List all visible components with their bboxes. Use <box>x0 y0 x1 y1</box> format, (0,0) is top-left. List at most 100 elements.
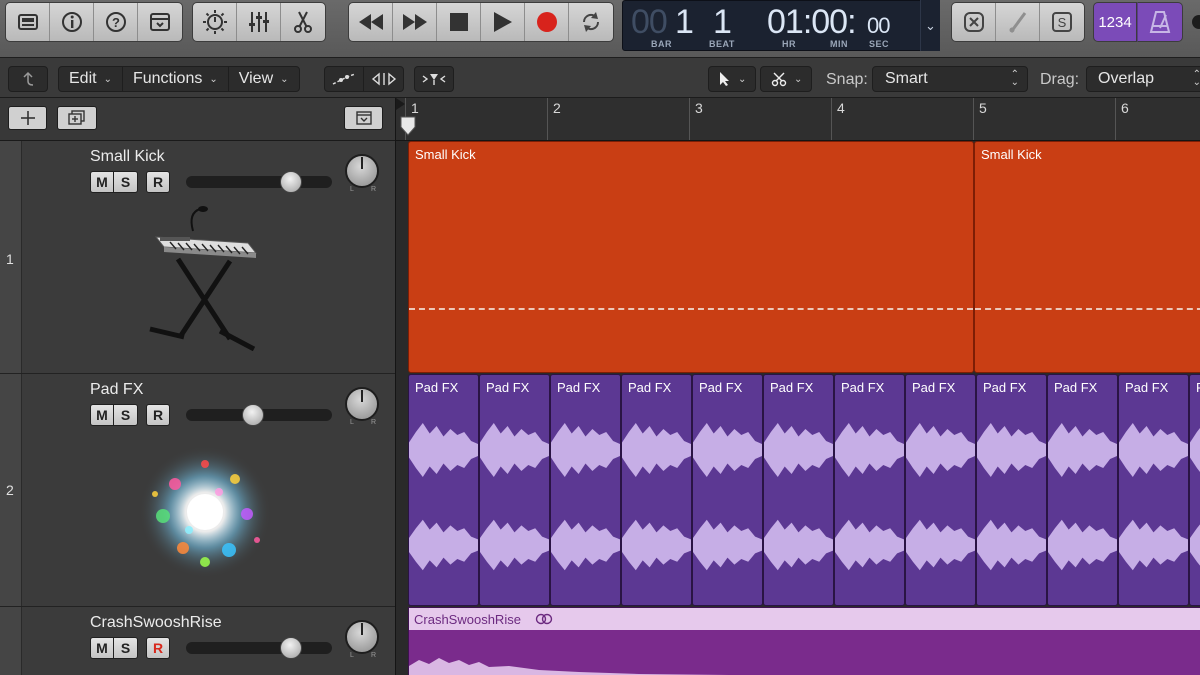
cycle-icon[interactable] <box>569 3 613 41</box>
region-label: CrashSwooshRise <box>414 612 521 627</box>
mute-button[interactable]: M <box>90 171 114 193</box>
view-menu[interactable]: View⌄ <box>229 67 299 91</box>
bar-number: 6 <box>1121 100 1129 116</box>
chevron-down-icon: ⌄ <box>794 74 802 85</box>
pan-knob[interactable] <box>345 620 379 654</box>
duplicate-track-button[interactable] <box>57 106 97 130</box>
add-track-button[interactable] <box>8 106 47 130</box>
stop-icon[interactable] <box>437 3 481 41</box>
region-pad-fx[interactable]: Pad FX <box>1047 374 1118 606</box>
toolbar-icon[interactable] <box>138 3 182 41</box>
library-icon[interactable] <box>6 3 50 41</box>
track-header-crash-swoosh-rise[interactable]: CrashSwooshRise M S R LR <box>0 607 395 675</box>
flex-icon[interactable] <box>364 67 403 91</box>
region-pad-fx[interactable]: Pad FX <box>479 374 550 606</box>
waveform-shape <box>480 423 549 477</box>
chevron-down-icon: ⌄ <box>738 74 746 85</box>
waveform-shape <box>1119 423 1188 477</box>
global-tracks-icon <box>356 111 372 125</box>
rewind-icon[interactable] <box>349 3 393 41</box>
scissors-tool-menu[interactable]: ⌄ <box>760 66 812 92</box>
lcd-bar-value: 1 <box>675 3 693 42</box>
region-pad-fx[interactable]: Pad FX <box>692 374 763 606</box>
track-header-pad-fx[interactable]: 2 Pad FX M S R LR <box>0 374 395 607</box>
waveform-shape <box>1190 520 1200 570</box>
mute-button[interactable]: M <box>90 404 114 426</box>
editors-icon[interactable] <box>281 3 325 41</box>
volume-slider-knob[interactable] <box>280 171 302 193</box>
track-name[interactable]: Pad FX <box>90 381 143 399</box>
record-enable-button[interactable]: R <box>146 637 170 659</box>
transport-group <box>348 2 614 42</box>
sparkle-burst-icon <box>135 444 275 584</box>
count-in-button[interactable]: 1234 <box>1093 2 1137 42</box>
audio-waveform <box>1119 375 1188 606</box>
scissors-tool-icon <box>771 71 787 87</box>
record-enable-button[interactable]: R <box>146 171 170 193</box>
volume-slider[interactable] <box>186 176 332 188</box>
timeline-ruler[interactable]: 1 2 3 4 5 6 <box>395 98 1200 141</box>
tuner-icon[interactable] <box>996 3 1040 41</box>
track-header-small-kick[interactable]: 1 Small Kick M S R LR <box>0 141 395 374</box>
metronome-icon[interactable] <box>1137 2 1183 42</box>
volume-slider-knob[interactable] <box>242 404 264 426</box>
tracks-area[interactable]: Small Kick Small Kick Pad FXPad FXPad FX… <box>395 141 1200 675</box>
region-pad-fx[interactable]: Pad FX <box>1118 374 1189 606</box>
region-pad-fx[interactable]: P <box>1189 374 1200 606</box>
region-pad-fx[interactable]: Pad FX <box>905 374 976 606</box>
waveform-shape <box>835 520 904 570</box>
drag-select[interactable]: Overlap ⌃⌄ <box>1086 66 1200 92</box>
lcd-label-hr: HR <box>782 39 796 49</box>
solo-button[interactable]: S <box>114 404 138 426</box>
track-name[interactable]: CrashSwooshRise <box>90 614 222 632</box>
quick-help-icon[interactable]: ? <box>94 3 138 41</box>
list-editors-icon[interactable] <box>952 3 996 41</box>
lcd-display[interactable]: 00 1 1 01:00: 00 BAR BEAT HR MIN SEC <box>622 0 940 51</box>
global-tracks-button[interactable] <box>344 106 383 130</box>
automation-icon[interactable] <box>325 67 364 91</box>
edit-menu[interactable]: Edit⌄ <box>59 67 123 91</box>
record-enable-button[interactable]: R <box>146 404 170 426</box>
pan-knob[interactable] <box>345 154 379 188</box>
region-pad-fx[interactable]: Pad FX <box>763 374 834 606</box>
mute-button[interactable]: M <box>90 637 114 659</box>
region-pad-fx[interactable]: Pad FX <box>408 374 479 606</box>
solo-icon[interactable]: S <box>1040 3 1084 41</box>
region-pad-fx[interactable]: Pad FX <box>834 374 905 606</box>
catch-icon[interactable] <box>414 66 454 92</box>
pan-knob[interactable] <box>345 387 379 421</box>
region-pad-fx[interactable]: Pad FX <box>550 374 621 606</box>
fast-forward-icon[interactable] <box>393 3 437 41</box>
automation-flex-group <box>324 66 404 92</box>
track-list-header <box>0 98 395 141</box>
track-number-column: 1 <box>0 141 22 373</box>
waveform-shape <box>480 520 549 570</box>
functions-menu[interactable]: Functions⌄ <box>123 67 229 91</box>
lcd-menu-chevron-icon[interactable]: ⌄ <box>920 0 940 51</box>
modes-group: S <box>951 2 1085 42</box>
region-pad-fx[interactable]: Pad FX <box>976 374 1047 606</box>
back-arrow-icon[interactable] <box>8 66 48 92</box>
volume-slider-knob[interactable] <box>280 637 302 659</box>
playhead-icon[interactable] <box>400 116 416 136</box>
region-pad-fx[interactable]: Pad FX <box>621 374 692 606</box>
play-icon[interactable] <box>481 3 525 41</box>
region-small-kick[interactable]: Small Kick <box>408 141 974 373</box>
region-small-kick[interactable]: Small Kick <box>974 141 1200 373</box>
solo-button[interactable]: S <box>114 637 138 659</box>
volume-slider[interactable] <box>186 409 332 421</box>
smart-controls-icon[interactable] <box>193 3 237 41</box>
solo-button[interactable]: S <box>114 171 138 193</box>
waveform-shape <box>551 520 620 570</box>
volume-slider[interactable] <box>186 642 332 654</box>
inspector-icon[interactable] <box>50 3 94 41</box>
lcd-label-sec: SEC <box>869 39 889 49</box>
mixer-icon[interactable] <box>237 3 281 41</box>
track-name[interactable]: Small Kick <box>90 148 165 166</box>
region-crash-swoosh-rise[interactable]: CrashSwooshRise <box>408 607 1200 675</box>
track-buttons: M S R <box>90 404 170 426</box>
lcd-time-value: 01:00: <box>767 3 856 42</box>
record-icon[interactable] <box>525 3 569 41</box>
snap-select[interactable]: Smart ⌃⌄ <box>872 66 1028 92</box>
pointer-tool-menu[interactable]: ⌄ <box>708 66 756 92</box>
